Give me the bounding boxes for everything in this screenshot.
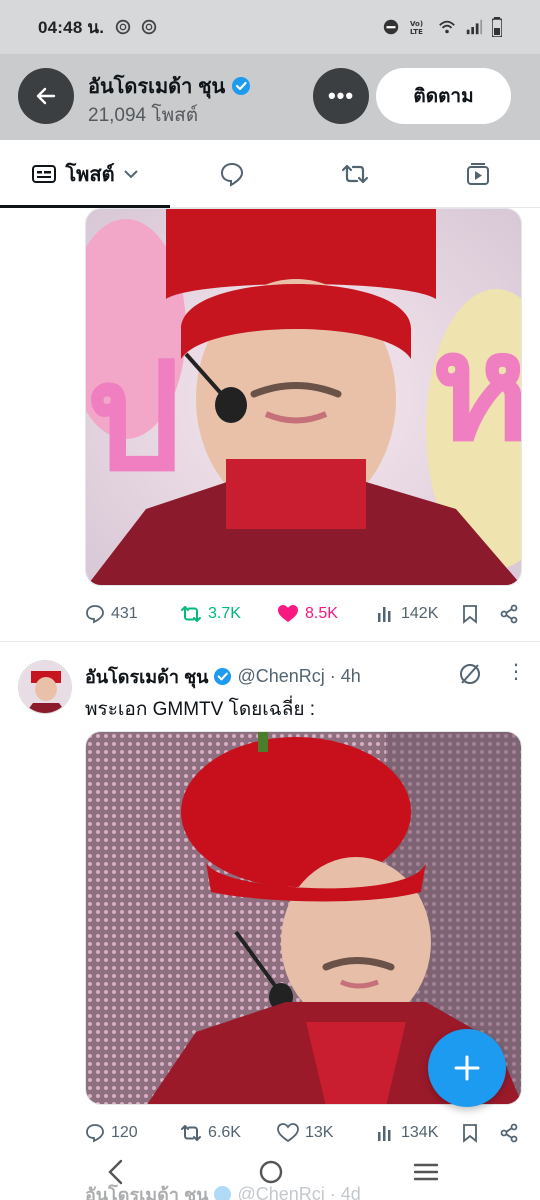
tweet1-actions: 431 3.7K 8.5K 142K xyxy=(85,599,525,629)
like-action[interactable]: 13K xyxy=(277,1123,333,1143)
volte-icon: Vo)LTE xyxy=(410,20,423,36)
repost-icon xyxy=(181,1125,201,1141)
avatar[interactable] xyxy=(18,660,72,714)
tweet2-actions: 120 6.6K 13K 134K xyxy=(85,1118,525,1148)
tweet1-image[interactable]: ป ห xyxy=(85,208,522,586)
svg-text:ห: ห xyxy=(431,301,522,475)
svg-text:LTE: LTE xyxy=(410,28,423,36)
follow-button[interactable]: ติดตาม xyxy=(376,68,511,124)
repost-action[interactable]: 6.6K xyxy=(180,1123,241,1143)
profile-tabs: โพสต์ xyxy=(0,140,540,208)
share-icon xyxy=(500,1123,518,1143)
share-action[interactable] xyxy=(499,604,519,624)
signal-icon xyxy=(466,19,483,35)
reply-action[interactable]: 431 xyxy=(85,604,138,624)
tab-media[interactable] xyxy=(417,140,540,207)
views-action[interactable]: 142K xyxy=(377,605,438,623)
tweet-divider xyxy=(0,641,540,642)
tab-replies[interactable] xyxy=(170,140,293,207)
system-nav-bar xyxy=(0,1148,540,1200)
svg-text:Vo): Vo) xyxy=(410,20,423,28)
verified-badge-icon xyxy=(232,77,251,95)
nav-back-icon[interactable] xyxy=(104,1158,128,1186)
profile-header: อันโดรเมด้า ชุน 21,094 โพสต์ ••• ติดตาม xyxy=(0,54,540,140)
like-icon xyxy=(278,605,298,622)
status-time: 04:48 น. xyxy=(38,17,105,37)
posts-icon xyxy=(32,164,57,183)
replies-icon xyxy=(220,162,243,187)
reply-icon xyxy=(86,605,104,624)
reply-action[interactable]: 120 xyxy=(85,1123,138,1143)
reply-icon xyxy=(86,1124,104,1143)
verified-badge-icon xyxy=(214,667,232,686)
bookmark-action[interactable] xyxy=(461,604,479,624)
kebab-icon[interactable]: ⋮ xyxy=(506,662,526,682)
repost-action[interactable]: 3.7K xyxy=(180,604,241,624)
dnd-icon xyxy=(383,19,399,35)
like-action[interactable]: 8.5K xyxy=(277,604,338,624)
media-icon xyxy=(467,162,490,185)
more-icon: ••• xyxy=(327,83,355,108)
profile-name-text: อันโดรเมด้า ชุน xyxy=(88,76,226,98)
repost-count: 6.6K xyxy=(208,1124,241,1141)
bookmark-icon xyxy=(463,1124,477,1143)
tab-posts-label: โพสต์ xyxy=(65,163,115,186)
post-count: 21,094 โพสต์ xyxy=(88,105,199,126)
svg-text:ป: ป xyxy=(86,331,181,505)
back-arrow-icon xyxy=(36,87,56,105)
bookmark-action[interactable] xyxy=(461,1123,479,1143)
chatgpt-icon xyxy=(141,19,157,35)
views-action[interactable]: 134K xyxy=(377,1124,438,1142)
chevron-down-icon xyxy=(123,169,138,178)
share-icon xyxy=(500,604,518,624)
bookmark-icon xyxy=(463,605,477,624)
like-icon xyxy=(277,1123,299,1143)
views-icon xyxy=(378,607,391,622)
repost-icon xyxy=(181,606,201,622)
author-name[interactable]: อันโดรเมด้า ชุน xyxy=(85,662,208,691)
plus-icon xyxy=(454,1055,480,1081)
profile-name: อันโดรเมด้า ชุน xyxy=(88,70,251,102)
tab-posts[interactable]: โพสต์ xyxy=(0,140,170,208)
author-handle[interactable]: @ChenRcj xyxy=(237,666,324,687)
like-count: 13K xyxy=(305,1124,334,1141)
wifi-icon xyxy=(439,20,455,34)
reply-count: 431 xyxy=(111,605,138,622)
battery-icon xyxy=(492,17,502,37)
grok-icon[interactable] xyxy=(458,662,482,686)
like-count: 8.5K xyxy=(305,605,338,622)
views-icon xyxy=(378,1126,391,1141)
repost-count: 3.7K xyxy=(208,605,241,622)
back-button[interactable] xyxy=(18,68,74,124)
tweet2-header: อันโดรเมด้า ชุน @ChenRcj · 4h xyxy=(85,662,361,691)
views-count: 134K xyxy=(401,1124,439,1141)
share-action[interactable] xyxy=(499,1123,519,1143)
more-button[interactable]: ••• xyxy=(313,68,369,124)
tweet2-text: พระเอก GMMTV โดยเฉลี่ย : xyxy=(85,699,316,720)
tweet1-photo: ป ห xyxy=(86,209,522,585)
tweet-time[interactable]: · 4h xyxy=(330,666,361,687)
views-count: 142K xyxy=(401,605,439,622)
reply-count: 120 xyxy=(111,1124,138,1141)
tab-reposts[interactable] xyxy=(293,140,416,207)
avatar-image xyxy=(19,661,71,713)
nav-recents-icon[interactable] xyxy=(412,1158,440,1186)
chatgpt-icon xyxy=(115,19,131,35)
nav-home-icon[interactable] xyxy=(257,1158,285,1186)
repost-icon xyxy=(341,164,369,183)
compose-button[interactable] xyxy=(428,1029,506,1107)
status-bar: 04:48 น. Vo) LTE xyxy=(0,0,540,54)
